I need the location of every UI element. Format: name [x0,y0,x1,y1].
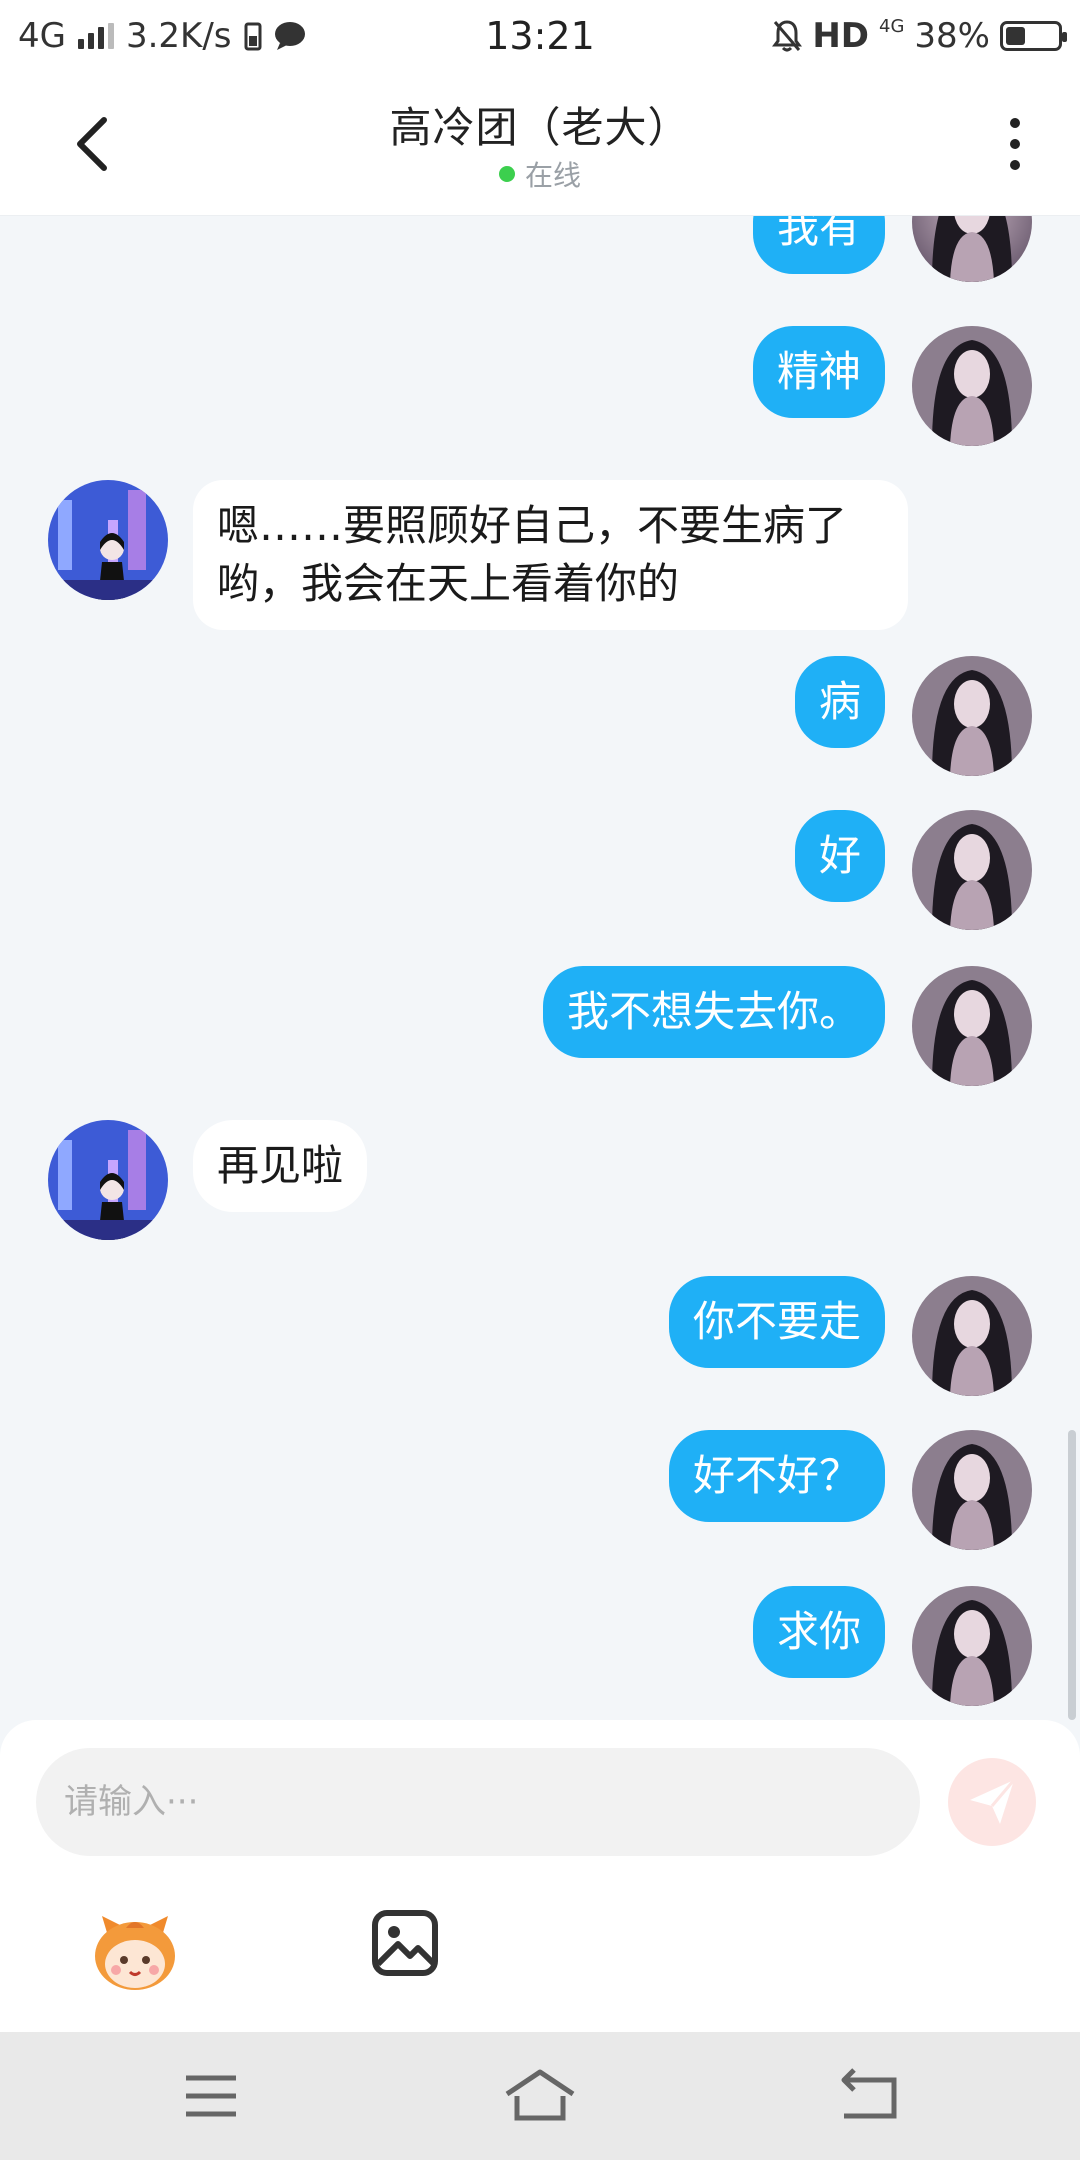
emoji-mascot-icon [95,1916,175,1990]
online-dot [498,166,515,182]
send-button[interactable] [948,1758,1036,1846]
my-avatar[interactable] [912,1276,1032,1396]
hd-label: HD [812,16,870,56]
message-list[interactable]: 我有 精神 嗯……要照顾好自己，不要生病了哟，我会在天上看着你的 病 好 我不想… [0,216,1080,1720]
phone-battery-small-icon [244,22,262,51]
home-icon [505,2069,575,2121]
status-right: HD 4G 38% [772,15,1067,56]
battery-percent: 38% [914,16,990,56]
image-icon [372,1910,438,1976]
my-message-bubble[interactable]: 精神 [752,326,885,418]
my-avatar[interactable] [912,656,1032,776]
more-options-button[interactable] [1000,112,1030,176]
input-panel: 请输入··· [0,1720,1080,2032]
my-avatar[interactable] [912,810,1032,930]
bell-off-icon [772,20,803,52]
online-status: 在线 [0,154,1080,194]
nav-home-button[interactable] [495,2066,585,2126]
my-message-bubble[interactable]: 病 [794,656,885,748]
my-message-bubble[interactable]: 我不想失去你。 [542,966,885,1058]
my-avatar[interactable] [912,1430,1032,1550]
menu-icon [186,2075,236,2117]
nav-back-button[interactable] [824,2066,914,2126]
my-message-bubble[interactable]: 好不好？ [668,1430,885,1522]
scrollbar-thumb[interactable] [1068,1430,1076,1720]
battery-icon [1000,21,1067,51]
my-avatar[interactable] [912,966,1032,1086]
emoji-button[interactable] [90,1906,180,1996]
contact-avatar[interactable] [48,480,168,600]
system-nav-bar [0,2032,1080,2160]
my-avatar[interactable] [912,326,1032,446]
my-avatar[interactable] [912,1586,1032,1706]
more-dot [1010,139,1020,149]
nav-menu-button[interactable] [166,2066,256,2126]
message-input[interactable]: 请输入··· [36,1748,920,1856]
chat-bubble-icon [274,22,305,50]
my-message-bubble[interactable]: 好 [794,810,885,902]
more-dot [1010,160,1020,170]
image-button[interactable] [370,1908,440,1978]
send-icon [970,1779,1016,1824]
contact-message-bubble[interactable]: 再见啦 [193,1120,368,1212]
online-status-label: 在线 [524,159,581,192]
my-avatar[interactable] [912,216,1032,282]
my-message-bubble[interactable]: 求你 [752,1586,885,1678]
contact-avatar[interactable] [48,1120,168,1240]
network-speed: 3.2K/s [125,16,232,56]
status-left: 4G 3.2K/s [18,16,772,56]
contact-message-bubble[interactable]: 嗯……要照顾好自己，不要生病了哟，我会在天上看着你的 [193,480,908,630]
chat-header: 高冷团（老大） 在线 [0,72,1080,216]
more-dot [1010,118,1020,128]
contact-name: 高冷团（老大） [389,103,691,152]
signal-icon [77,23,114,49]
back-arrow-icon [841,2068,897,2119]
my-message-bubble[interactable]: 你不要走 [668,1276,885,1368]
net-small-label: 4G [879,15,905,37]
status-bar: 4G 3.2K/s 13:21 HD 4G 38% [0,0,1080,72]
network-type: 4G [18,16,66,56]
my-message-bubble[interactable]: 我有 [752,216,885,274]
